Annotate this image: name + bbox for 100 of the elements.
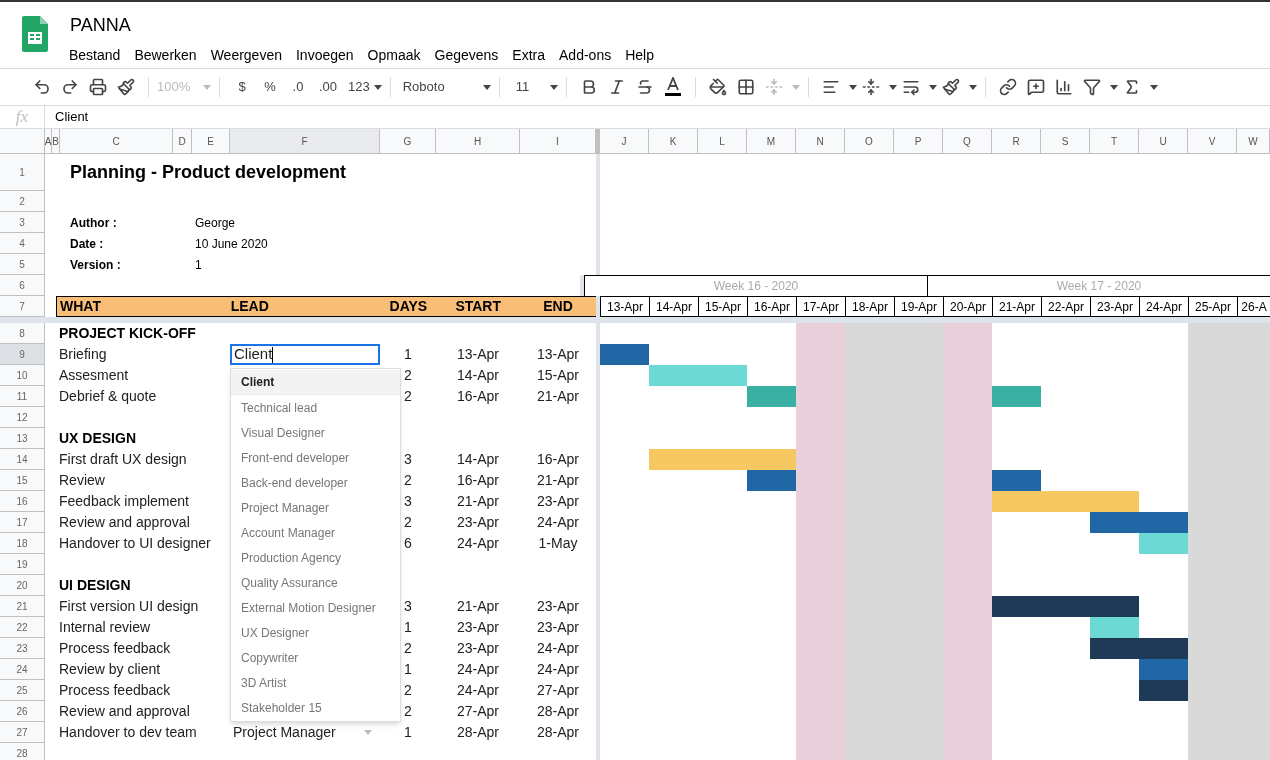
document-title[interactable]: PANNA	[70, 12, 654, 39]
increase-decimals-button[interactable]: .00	[312, 77, 344, 97]
column-header[interactable]: H	[436, 129, 520, 153]
column-header[interactable]: K	[649, 129, 698, 153]
row-header[interactable]: 2	[0, 191, 45, 212]
menu-item[interactable]: Bewerken	[134, 45, 197, 66]
row-header[interactable]: 4	[0, 233, 45, 254]
days-value: 6	[403, 534, 413, 553]
percent-button[interactable]: %	[256, 77, 284, 97]
font-size-dropdown[interactable]: 11	[507, 77, 558, 97]
dropdown-option[interactable]: Visual Designer	[231, 420, 400, 445]
row-header[interactable]: 14	[0, 449, 45, 470]
row-header[interactable]: 21	[0, 596, 45, 617]
dropdown-option[interactable]: Back-end developer	[231, 470, 400, 495]
days-value: 2	[403, 639, 413, 658]
row-header[interactable]: 1	[0, 154, 45, 191]
lead-input-field[interactable]: Client	[230, 344, 380, 365]
number-format-dropdown[interactable]: 123	[348, 77, 382, 97]
row-header[interactable]: 3	[0, 212, 45, 233]
dropdown-option[interactable]: Production Agency	[231, 545, 400, 570]
row-header[interactable]: 10	[0, 365, 45, 386]
column-header[interactable]: O	[845, 129, 894, 153]
row-header[interactable]: 15	[0, 470, 45, 491]
currency-button[interactable]: $	[228, 77, 256, 97]
column-header[interactable]: J	[600, 129, 649, 153]
spreadsheet-logo-icon[interactable]	[22, 16, 48, 52]
dropdown-option[interactable]: Account Manager	[231, 520, 400, 545]
column-header[interactable]: U	[1139, 129, 1188, 153]
row-header[interactable]: 23	[0, 638, 45, 659]
row-header[interactable]: 7	[0, 296, 45, 317]
column-header[interactable]: L	[698, 129, 747, 153]
column-header[interactable]: R	[992, 129, 1041, 153]
menu-item[interactable]: Weergeven	[210, 45, 282, 66]
dropdown-option[interactable]: 3D Artist	[231, 670, 400, 695]
menu-item[interactable]: Invoegen	[296, 45, 354, 66]
caret-icon	[373, 84, 382, 90]
row-header[interactable]: 9	[0, 344, 45, 365]
menu-item[interactable]: Help	[625, 45, 654, 66]
column-header[interactable]: W	[1237, 129, 1270, 153]
row-header[interactable]: 22	[0, 617, 45, 638]
task-name: Feedback implement	[58, 492, 190, 511]
column-header[interactable]: P	[894, 129, 943, 153]
dropdown-option[interactable]: Client	[231, 370, 400, 395]
row-header[interactable]: 13	[0, 428, 45, 449]
column-header[interactable]: T	[1090, 129, 1139, 153]
task-name: First draft UX design	[58, 450, 188, 469]
dropdown-option[interactable]: Front-end developer	[231, 445, 400, 470]
column-header[interactable]: G	[380, 129, 436, 153]
row-header[interactable]: 5	[0, 254, 45, 275]
column-header[interactable]: F	[230, 129, 380, 153]
font-dropdown[interactable]: Roboto	[398, 77, 491, 97]
row-header[interactable]: 6	[0, 275, 45, 296]
task-name: Handover to UI designer	[58, 534, 212, 553]
column-header[interactable]: A	[45, 129, 52, 153]
start-date: 13-Apr	[456, 345, 500, 364]
column-header[interactable]: M	[747, 129, 796, 153]
row-header[interactable]: 28	[0, 743, 45, 760]
end-date: 23-Apr	[536, 618, 580, 637]
row-header[interactable]: 19	[0, 554, 45, 575]
row-header[interactable]: 27	[0, 722, 45, 743]
column-header[interactable]: S	[1041, 129, 1090, 153]
row-header[interactable]: 12	[0, 407, 45, 428]
column-header[interactable]: Q	[943, 129, 992, 153]
row-header[interactable]: 26	[0, 701, 45, 722]
row-header[interactable]: 18	[0, 533, 45, 554]
menu-item[interactable]: Opmaak	[367, 45, 421, 66]
meta-value: 10 June 2020	[195, 235, 268, 253]
row-header[interactable]: 11	[0, 386, 45, 407]
row-header[interactable]: 24	[0, 659, 45, 680]
meta-label: Date :	[69, 235, 105, 253]
column-header[interactable]: C	[60, 129, 173, 153]
menu-item[interactable]: Gegevens	[434, 45, 499, 66]
start-date: 28-Apr	[456, 723, 500, 742]
days-value: 2	[403, 366, 413, 385]
menu-item[interactable]: Extra	[512, 45, 546, 66]
days-value: 2	[403, 471, 413, 490]
lead-dropdown[interactable]: Project Manager	[230, 722, 380, 743]
caret-icon	[791, 84, 800, 90]
row-header[interactable]: 17	[0, 512, 45, 533]
dropdown-option[interactable]: Stakeholder 15	[231, 695, 400, 720]
dropdown-option[interactable]: Technical lead	[231, 395, 400, 420]
dropdown-option[interactable]: External Motion Designer	[231, 595, 400, 620]
column-header[interactable]: V	[1188, 129, 1237, 153]
row-header[interactable]: 20	[0, 575, 45, 596]
row-header[interactable]: 25	[0, 680, 45, 701]
dropdown-option[interactable]: Quality Assurance	[231, 570, 400, 595]
column-header[interactable]: N	[796, 129, 845, 153]
dropdown-option[interactable]: Project Manager	[231, 495, 400, 520]
row-header[interactable]: 16	[0, 491, 45, 512]
column-header[interactable]: D	[173, 129, 192, 153]
decrease-decimals-button[interactable]: .0	[284, 77, 312, 97]
dropdown-option[interactable]: UX Designer	[231, 620, 400, 645]
task-name: Review by client	[58, 660, 162, 679]
caret-icon	[968, 84, 977, 90]
formula-input-field[interactable]: Client	[55, 107, 89, 127]
column-header[interactable]: B	[52, 129, 60, 153]
menu-item[interactable]: Bestand	[69, 45, 121, 66]
menu-item[interactable]: Add-ons	[559, 45, 612, 66]
row-header[interactable]: 8	[0, 323, 45, 344]
dropdown-option[interactable]: Copywriter	[231, 645, 400, 670]
